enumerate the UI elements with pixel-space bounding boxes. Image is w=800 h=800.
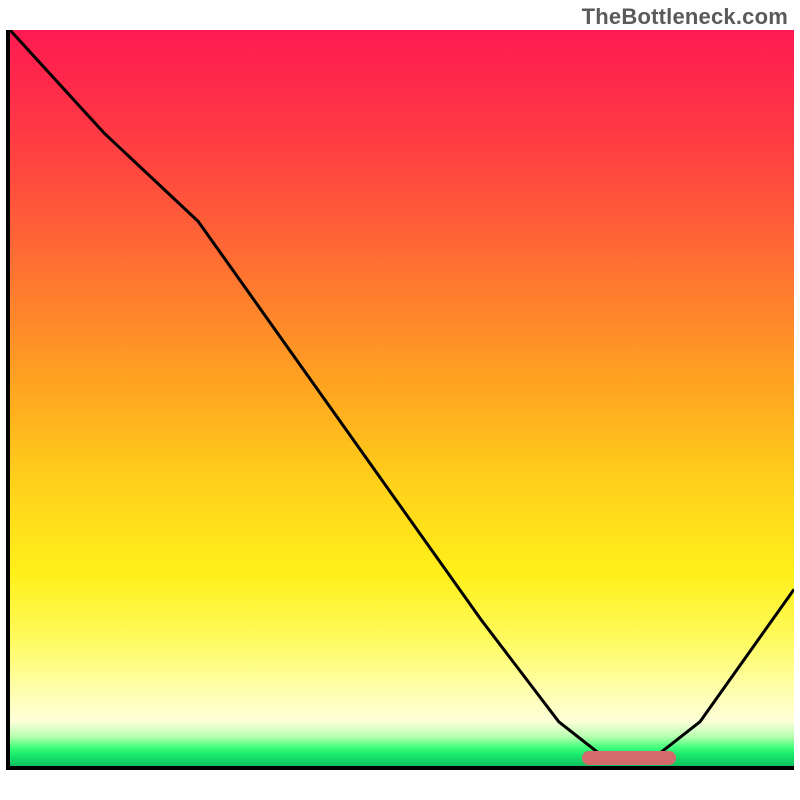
watermark-text: TheBottleneck.com: [582, 4, 788, 30]
optimal-range-marker: [582, 751, 676, 765]
curve-svg: [10, 30, 794, 766]
plot-area: [6, 30, 794, 770]
chart-stage: TheBottleneck.com: [0, 0, 800, 800]
bottleneck-curve: [10, 30, 794, 759]
